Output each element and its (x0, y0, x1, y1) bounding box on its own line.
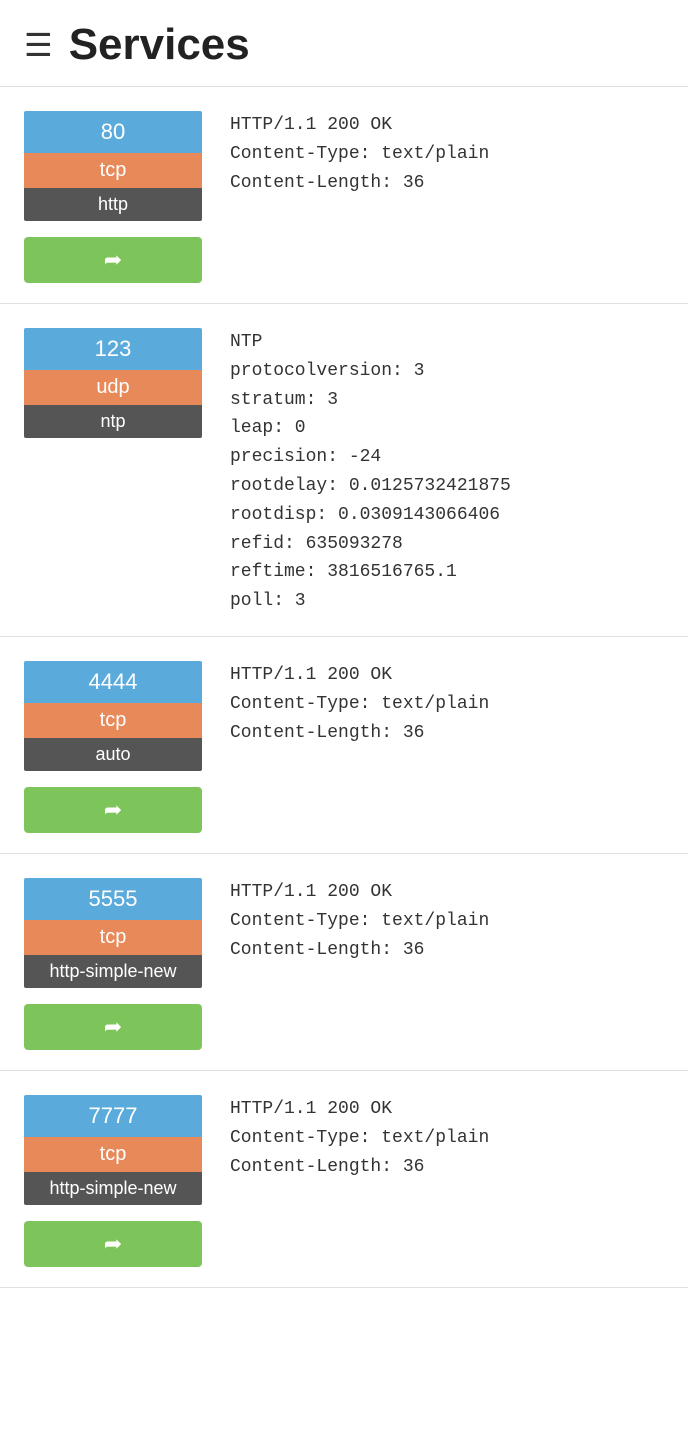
arrow-icon: ➦ (104, 797, 122, 823)
service-badge: 123udpntp (24, 328, 202, 438)
service-name: http (24, 188, 202, 221)
service-details: HTTP/1.1 200 OK Content-Type: text/plain… (230, 661, 664, 747)
service-badge: 80tcphttp (24, 111, 202, 221)
service-protocol: tcp (24, 920, 202, 955)
service-name: http-simple-new (24, 955, 202, 988)
services-list: 80tcphttp➦HTTP/1.1 200 OK Content-Type: … (0, 87, 688, 1288)
service-details: HTTP/1.1 200 OK Content-Type: text/plain… (230, 1095, 664, 1181)
service-badge: 5555tcphttp-simple-new (24, 878, 202, 988)
service-item: 4444tcpauto ➦ HTTP/1.1 200 OK Content-Type… (0, 637, 688, 854)
badge-wrapper: 5555tcphttp-simple-new ➦ (24, 878, 202, 1050)
services-icon: ☰ (24, 26, 53, 64)
badge-wrapper: 7777tcphttp-simple-new ➦ (24, 1095, 202, 1267)
service-details: HTTP/1.1 200 OK Content-Type: text/plain… (230, 878, 664, 964)
service-port: 123 (24, 328, 202, 370)
service-protocol: udp (24, 370, 202, 405)
page-header: ☰ Services (0, 0, 688, 87)
service-port: 80 (24, 111, 202, 153)
service-item: 123udpntp NTP protocolversion: 3 stratum:… (0, 304, 688, 637)
service-protocol: tcp (24, 1137, 202, 1172)
service-name: auto (24, 738, 202, 771)
service-response: HTTP/1.1 200 OK Content-Type: text/plain… (230, 878, 664, 964)
service-response: HTTP/1.1 200 OK Content-Type: text/plain… (230, 1095, 664, 1181)
service-port: 4444 (24, 661, 202, 703)
service-port: 7777 (24, 1095, 202, 1137)
service-response: NTP protocolversion: 3 stratum: 3 leap: … (230, 328, 664, 616)
service-action-button[interactable]: ➦ (24, 1221, 202, 1267)
service-badge: 7777tcphttp-simple-new (24, 1095, 202, 1205)
service-details: NTP protocolversion: 3 stratum: 3 leap: … (230, 328, 664, 616)
service-action-button[interactable]: ➦ (24, 1004, 202, 1050)
badge-wrapper: 80tcphttp ➦ (24, 111, 202, 283)
service-badge: 4444tcpauto (24, 661, 202, 771)
arrow-icon: ➦ (104, 247, 122, 273)
service-action-button[interactable]: ➦ (24, 787, 202, 833)
service-details: HTTP/1.1 200 OK Content-Type: text/plain… (230, 111, 664, 197)
arrow-icon: ➦ (104, 1231, 122, 1257)
service-protocol: tcp (24, 703, 202, 738)
service-name: http-simple-new (24, 1172, 202, 1205)
service-item: 7777tcphttp-simple-new ➦ HTTP/1.1 200 OK C… (0, 1071, 688, 1288)
badge-wrapper: 4444tcpauto ➦ (24, 661, 202, 833)
service-response: HTTP/1.1 200 OK Content-Type: text/plain… (230, 111, 664, 197)
service-protocol: tcp (24, 153, 202, 188)
page-title: Services (69, 20, 250, 70)
arrow-icon: ➦ (104, 1014, 122, 1040)
service-port: 5555 (24, 878, 202, 920)
service-name: ntp (24, 405, 202, 438)
service-item: 80tcphttp ➦ HTTP/1.1 200 OK Content-Type: … (0, 87, 688, 304)
service-item: 5555tcphttp-simple-new ➦ HTTP/1.1 200 OK C… (0, 854, 688, 1071)
service-response: HTTP/1.1 200 OK Content-Type: text/plain… (230, 661, 664, 747)
service-action-button[interactable]: ➦ (24, 237, 202, 283)
